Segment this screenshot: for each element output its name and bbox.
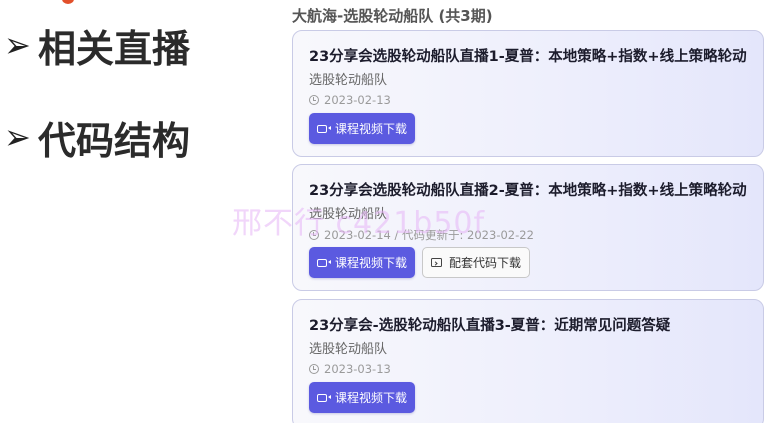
course-date: 2023-02-13 <box>309 93 391 107</box>
decorative-dot <box>62 0 74 4</box>
course-date: 2023-02-14 / 代码更新于: 2023-02-22 <box>309 227 534 243</box>
card-actions: 课程视频下载 配套代码下载 <box>309 247 531 278</box>
video-download-button[interactable]: 课程视频下载 <box>309 113 416 144</box>
video-camera-icon <box>317 258 331 267</box>
course-team: 选股轮动船队 <box>309 207 388 222</box>
course-team: 选股轮动船队 <box>309 73 388 88</box>
clock-icon <box>309 95 319 105</box>
course-date: 2023-03-13 <box>309 362 391 376</box>
screen: ➢ 相关直播 ➢ 代码结构 大航海-选股轮动船队 (共3期) 23分享会选股轮动… <box>0 0 769 423</box>
card-actions: 课程视频下载 <box>309 382 416 413</box>
slide-bullet-text: 代码结构 <box>38 118 191 163</box>
clock-icon <box>309 230 319 240</box>
card-actions: 课程视频下载 <box>309 113 416 144</box>
video-download-button[interactable]: 课程视频下载 <box>309 247 416 278</box>
video-camera-icon <box>317 393 331 402</box>
course-title: 23分享会选股轮动船队直播1-夏普：本地策略+指数+线上策略轮动 <box>309 49 747 65</box>
course-team: 选股轮动船队 <box>309 342 388 357</box>
course-panel: 大航海-选股轮动船队 (共3期) 23分享会选股轮动船队直播1-夏普：本地策略+… <box>292 0 769 423</box>
clock-icon <box>309 364 319 374</box>
button-label: 课程视频下载 <box>335 391 408 405</box>
arrow-bullet-icon: ➢ <box>4 116 31 158</box>
course-title: 23分享会-选股轮动船队直播3-夏普：近期常见问题答疑 <box>309 318 671 334</box>
slide-bullet-item: ➢ 相关直播 <box>4 18 190 72</box>
slide-bullet-list: ➢ 相关直播 ➢ 代码结构 <box>4 18 190 202</box>
course-card: 23分享会-选股轮动船队直播3-夏普：近期常见问题答疑 选股轮动船队 2023-… <box>292 299 764 423</box>
course-card: 23分享会选股轮动船队直播2-夏普：本地策略+指数+线上策略轮动 选股轮动船队 … <box>292 164 764 291</box>
button-label: 课程视频下载 <box>335 256 408 270</box>
code-download-button[interactable]: 配套代码下载 <box>422 247 531 278</box>
course-date-text: 2023-02-14 / 代码更新于: 2023-02-22 <box>324 228 534 242</box>
course-date-text: 2023-03-13 <box>324 362 391 376</box>
course-group-title: 大航海-选股轮动船队 (共3期) <box>292 7 493 25</box>
code-window-icon <box>431 258 443 267</box>
button-label: 课程视频下载 <box>335 122 408 136</box>
course-card: 23分享会选股轮动船队直播1-夏普：本地策略+指数+线上策略轮动 选股轮动船队 … <box>292 30 764 157</box>
video-camera-icon <box>317 124 331 133</box>
button-label: 配套代码下载 <box>449 256 522 270</box>
slide-bullet-item: ➢ 代码结构 <box>4 110 190 164</box>
course-date-text: 2023-02-13 <box>324 93 391 107</box>
course-title: 23分享会选股轮动船队直播2-夏普：本地策略+指数+线上策略轮动 <box>309 183 747 199</box>
slide-bullet-text: 相关直播 <box>38 26 191 71</box>
video-download-button[interactable]: 课程视频下载 <box>309 382 416 413</box>
arrow-bullet-icon: ➢ <box>4 24 31 66</box>
